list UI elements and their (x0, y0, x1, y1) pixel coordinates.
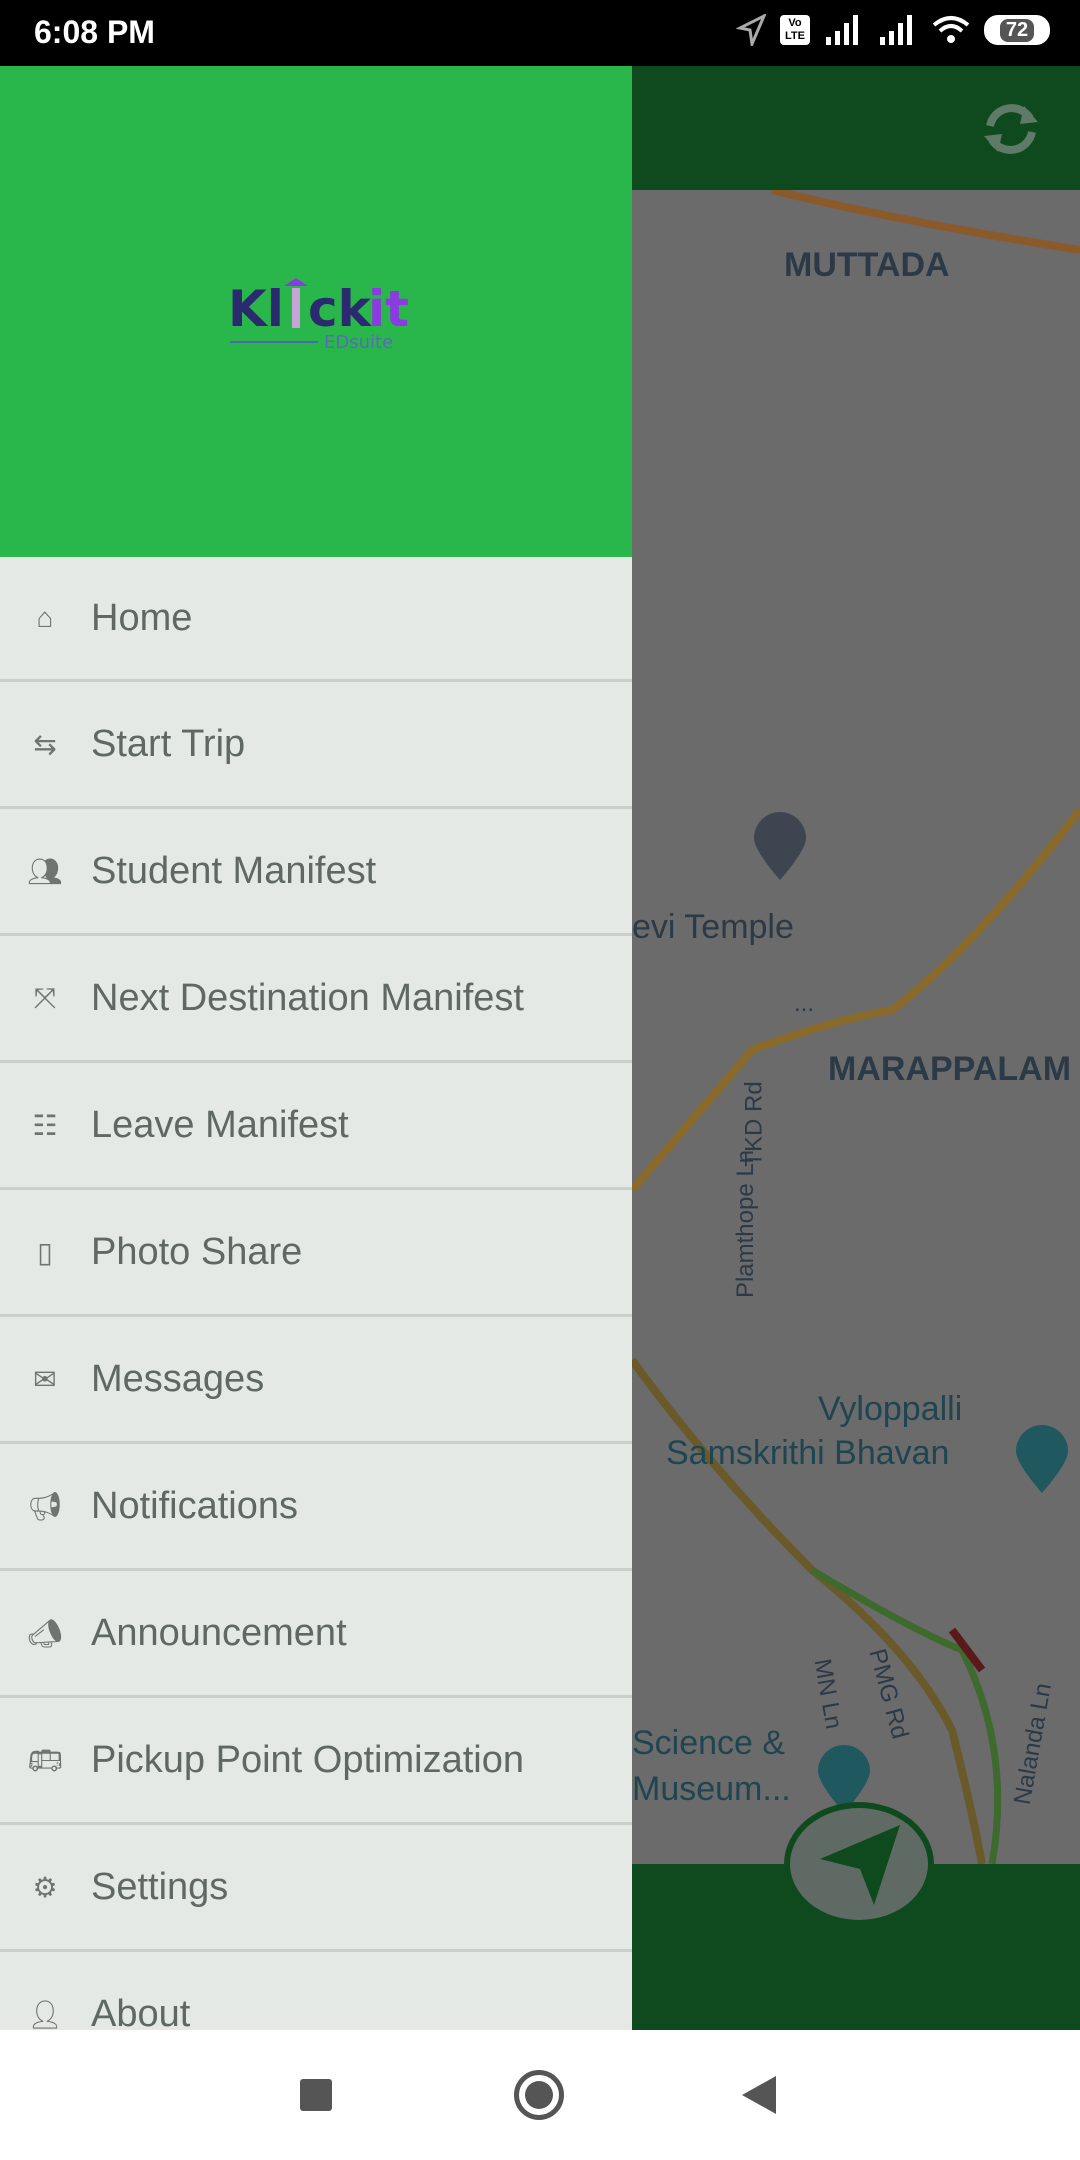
menu-item-next-destination-manifest[interactable]: ⤧ Next Destination Manifest (0, 936, 632, 1063)
menu-item-student-manifest[interactable]: 👥︎ Student Manifest (0, 809, 632, 936)
menu-item-label: Messages (91, 1357, 265, 1400)
map-view[interactable]: MUTTADA evi Temple MARAPPALAM Vyloppalli… (632, 190, 1080, 1864)
map-label: evi Temple (632, 908, 794, 946)
menu-item-pickup-point-optimization[interactable]: 🚌︎ Pickup Point Optimization (0, 1698, 632, 1825)
map-label: MUTTADA (784, 246, 950, 284)
svg-text:EDsuite: EDsuite (324, 332, 393, 353)
map-label: Museum... (632, 1770, 791, 1808)
menu-item-home[interactable]: ⌂ Home (0, 557, 632, 682)
klickit-logo: Kl ck it EDsuite (228, 266, 409, 361)
status-bar: 6:08 PM Vo LTE 72 (0, 0, 1080, 66)
refresh-icon[interactable] (978, 96, 1044, 162)
signal-icon (826, 15, 858, 45)
menu-item-label: Leave Manifest (91, 1103, 349, 1146)
svg-text:ck: ck (308, 280, 373, 338)
main-screen-dimmed: MUTTADA evi Temple MARAPPALAM Vyloppalli… (632, 66, 1080, 2030)
museum-marker-icon[interactable] (1016, 1425, 1068, 1495)
menu-item-label: Student Manifest (91, 849, 377, 892)
menu-item-start-trip[interactable]: ⇆ Start Trip (0, 682, 632, 809)
menu-item-messages[interactable]: ✉ Messages (0, 1317, 632, 1444)
battery-icon: 72 (984, 15, 1050, 45)
user-icon: 👤︎ (27, 1998, 63, 2030)
home-button[interactable] (514, 2070, 564, 2120)
menu-item-label: Next Destination Manifest (91, 976, 524, 1019)
battery-level: 72 (999, 18, 1035, 42)
location-icon (736, 14, 766, 46)
navigate-button[interactable] (784, 1802, 934, 1926)
toolbar (632, 66, 1080, 190)
expand-icon: ⤧ (33, 981, 57, 1013)
megaphone-icon: 📢︎ (27, 1490, 63, 1522)
navigation-arrow-icon (820, 1825, 900, 1905)
bus-icon: 🚌︎ (27, 1744, 63, 1776)
phone-badge-icon: ▯ (37, 1236, 53, 1268)
menu-item-announcement[interactable]: 📣︎ Announcement (0, 1571, 632, 1698)
menu-item-about[interactable]: 👤︎ About (0, 1952, 632, 2031)
menu-item-leave-manifest[interactable]: ☷ Leave Manifest (0, 1063, 632, 1190)
signal-icon-2 (880, 15, 912, 45)
menu-item-label: Notifications (91, 1484, 298, 1527)
menu-item-notifications[interactable]: 📢︎ Notifications (0, 1444, 632, 1571)
envelope-icon: ✉ (33, 1363, 57, 1395)
gears-icon: ⚙ (32, 1871, 58, 1903)
menu-item-photo-share[interactable]: ▯ Photo Share (0, 1190, 632, 1317)
map-label: MARAPPALAM (828, 1050, 1072, 1088)
map-label: ... (794, 990, 815, 1017)
svg-text:it: it (368, 280, 408, 338)
bullhorn-icon: 📣︎ (27, 1617, 63, 1649)
svg-text:Kl: Kl (228, 280, 284, 338)
menu-item-label: Pickup Point Optimization (91, 1738, 524, 1781)
recents-button[interactable] (300, 2079, 332, 2111)
menu-item-label: Settings (91, 1865, 229, 1908)
menu-item-label: Home (91, 596, 193, 639)
home-icon: ⌂ (36, 602, 54, 633)
users-icon: 👥︎ (27, 855, 63, 887)
status-time: 6:08 PM (34, 14, 155, 50)
swap-icon: ⇆ (33, 728, 57, 760)
volte-icon: Vo LTE (780, 15, 810, 45)
map-label: Samskrithi Bhavan (666, 1434, 950, 1472)
drawer-header: Kl ck it EDsuite (0, 66, 632, 557)
menu-item-settings[interactable]: ⚙ Settings (0, 1825, 632, 1952)
navigation-drawer: Kl ck it EDsuite ⌂ Home ⇆ Start Trip 👥︎ Stu… (0, 66, 632, 2030)
menu-item-label: About (91, 1992, 191, 2031)
menu-item-label: Start Trip (91, 722, 246, 765)
menu-item-label: Announcement (91, 1611, 347, 1654)
menu-item-label: Photo Share (91, 1230, 303, 1273)
wifi-icon (932, 16, 970, 43)
system-navigation-bar (0, 2030, 1080, 2160)
map-label: Vyloppalli (818, 1390, 963, 1428)
back-button[interactable] (742, 2076, 776, 2114)
temple-marker-icon[interactable] (754, 812, 806, 882)
map-label: Science & (632, 1724, 786, 1762)
list-check-icon: ☷ (32, 1109, 58, 1141)
drawer-menu: ⌂ Home ⇆ Start Trip 👥︎ Student Manifest ⤧ Ne… (0, 557, 632, 2030)
map-label: Plamthope Ln (732, 1149, 760, 1299)
